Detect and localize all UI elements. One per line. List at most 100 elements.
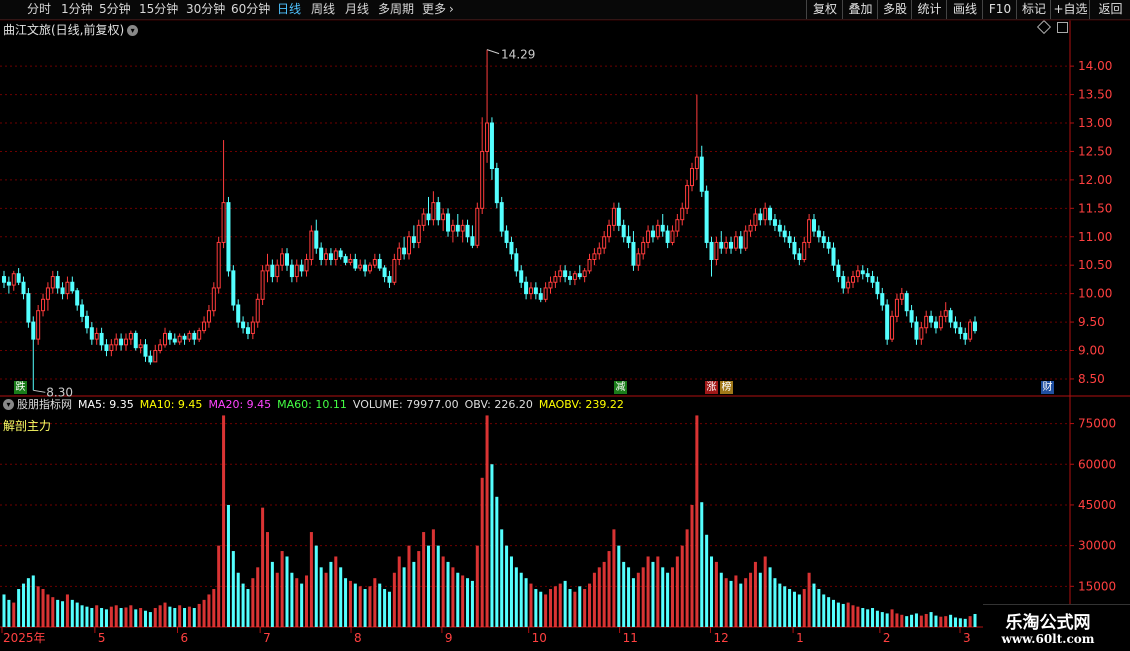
candle-body [758,213,763,221]
chevron-down-icon[interactable]: ▾ [3,399,14,410]
volume-bar [871,608,875,627]
volume-bar [226,504,230,627]
volume-bar [914,613,918,627]
candle-body [377,259,382,269]
candle-body [938,315,943,329]
candle-body [607,224,612,238]
event-marker-rise[interactable]: 涨 [705,381,718,394]
volume-bar [100,608,104,627]
volume-bar [661,567,665,627]
candle-body [265,264,270,272]
volume-bar [836,602,840,627]
volume-bar [802,589,806,627]
candle-body [777,224,782,232]
price-tick-label: 12.50 [1078,144,1112,158]
candle-body [807,219,812,243]
event-marker-fall[interactable]: 跌 [14,381,27,394]
candle-body [543,287,548,300]
volume-bar [275,572,279,627]
candle-body [367,264,372,272]
candle-body [328,253,333,260]
volume-bar [90,608,94,627]
candle-body [548,281,553,289]
candle-body [597,247,602,255]
volume-bar [392,572,396,627]
ma5-value: MA5: 9.35 [78,398,134,411]
volume-bar [749,572,753,627]
volume-bar [217,545,221,627]
candle-body [514,253,519,272]
candle-body [333,250,338,260]
watermark-title: 乐淘公式网 [1005,613,1091,633]
volume-bar [709,556,714,627]
candle-body [421,213,426,226]
volume-bar [368,586,372,627]
volume-bar [212,589,216,627]
candle-body [714,241,719,260]
volume-bar [378,583,382,627]
volume-bar [104,609,108,627]
candle-body [382,267,387,278]
candle-body [406,236,412,255]
candle-body [84,315,89,329]
event-marker-reduce[interactable]: 减 [614,381,627,394]
candle-body [860,270,865,275]
candle-body [885,304,890,340]
volume-bar [65,594,69,627]
price-tick-label: 11.00 [1078,230,1112,244]
volume-bar [670,567,674,627]
price-tick-label: 12.00 [1078,173,1112,187]
volume-bar [407,545,411,627]
volume-bar [387,591,391,627]
indicator-name[interactable]: 股朋指标网 [17,398,72,411]
candle-body [158,344,163,351]
volume-bar [505,545,509,627]
volume-bar [612,529,616,627]
candle-body [680,207,685,221]
event-marker-list[interactable]: 榜 [720,381,733,394]
candle-body [153,350,158,363]
candle-body [699,156,704,192]
candle-body [55,276,60,289]
volume-bar [646,556,650,627]
kline-chart[interactable]: 14.00 13.50 13.00 12.50 12.00 11.50 11.00 10.50… [0,0,1130,650]
candle-body [524,281,529,295]
candle-body [968,321,973,340]
volume-bar [139,608,143,627]
candle-body [21,281,26,295]
volume-tick-label: 60000 [1078,457,1116,471]
candle-body [314,230,319,249]
price-tick-label: 14.00 [1078,59,1112,73]
candle-body [89,327,94,340]
candle-body [245,327,250,334]
candle-body [319,247,324,260]
volume-bar [651,561,655,627]
candle-body [216,241,221,289]
event-marker-finance[interactable]: 财 [1041,381,1054,394]
candle-body [60,287,65,295]
candle-body [719,241,724,249]
volume-bar [958,618,962,627]
volume-bar [85,606,89,627]
volume-bar [739,583,743,627]
candle-body [182,335,187,340]
volume-bar [578,586,582,627]
candle-body [485,122,490,152]
volume-bar [256,567,260,627]
candle-body [563,270,568,278]
volume-tick-label: 30000 [1078,539,1116,553]
volume-bar [319,567,323,627]
volume-tick-label: 15000 [1078,579,1116,593]
candle-body [753,213,758,226]
candle-body [611,207,616,226]
volume-bar [461,575,465,627]
volume-bar [26,578,30,627]
maobv-value: MAOBV: 239.22 [538,398,624,411]
volume-bar [46,594,50,627]
volume-bar [246,589,250,627]
candle-body [324,253,329,260]
volume-bar [851,605,855,627]
volume-bar [939,616,943,627]
candle-body [99,332,104,346]
candle-body [851,276,856,283]
